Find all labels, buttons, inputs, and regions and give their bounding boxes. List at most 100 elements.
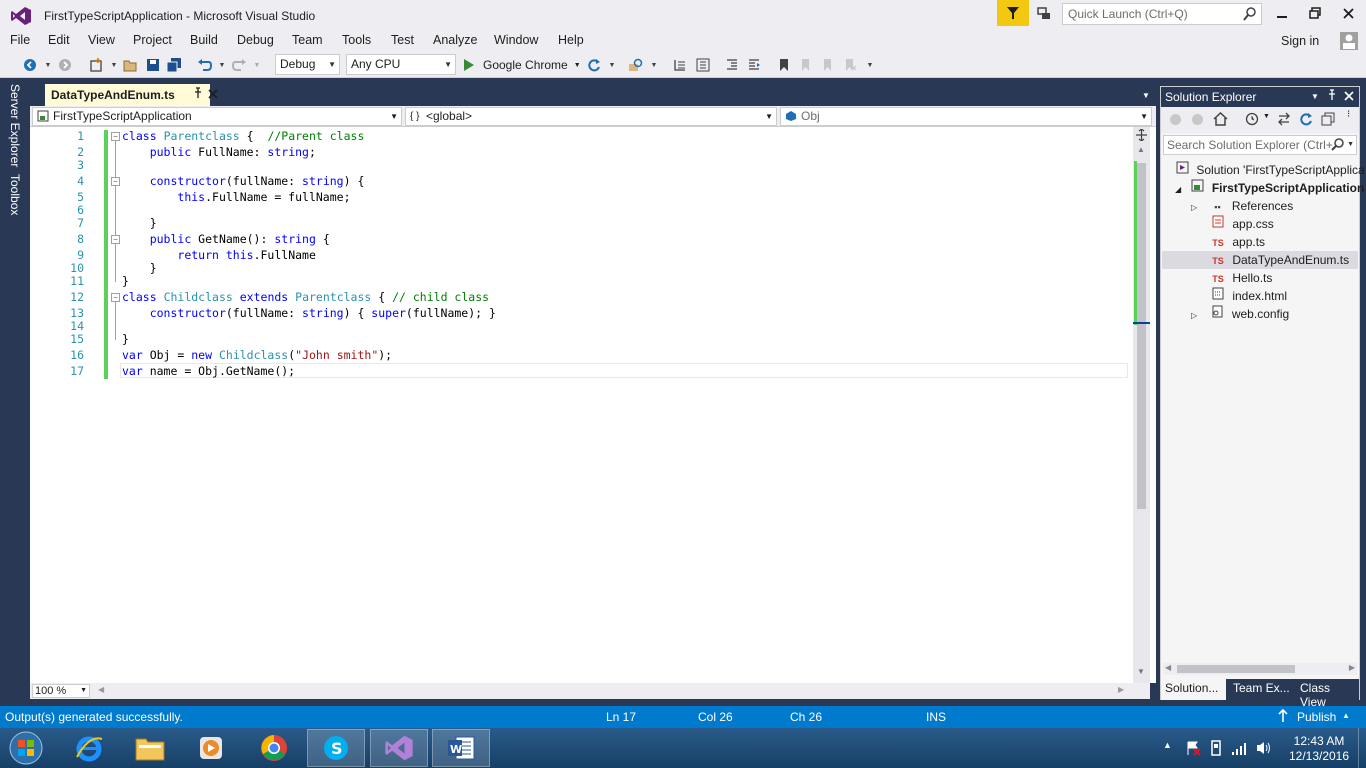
scroll-thumb[interactable] xyxy=(1137,163,1146,509)
tree-item-datatypeandenum-ts[interactable]: TS DataTypeAndEnum.ts xyxy=(1211,251,1349,269)
menu-help[interactable]: Help xyxy=(558,33,584,47)
step-into-icon[interactable] xyxy=(672,57,688,73)
collapse-region-icon[interactable]: − xyxy=(111,177,120,186)
undo-dropdown-icon[interactable]: ▼ xyxy=(214,57,230,73)
close-panel-icon[interactable] xyxy=(1344,87,1354,107)
start-debugging-button[interactable]: Google Chrome ▼ xyxy=(462,56,581,74)
pin-icon[interactable] xyxy=(193,87,203,102)
taskbar-chrome[interactable] xyxy=(245,729,303,767)
project-select[interactable]: FirstTypeScriptApplication ▼ xyxy=(32,107,402,126)
bookmark-icon[interactable] xyxy=(776,57,792,73)
tree-item-references[interactable]: ▷ ▪▪ References xyxy=(1191,197,1293,215)
refresh-dropdown-icon[interactable]: ▼ xyxy=(604,57,620,73)
indent-icon[interactable] xyxy=(724,57,740,73)
tree-item-app-css[interactable]: app.css xyxy=(1211,215,1274,233)
new-dropdown-icon[interactable]: ▼ xyxy=(106,57,122,73)
tree-item-hello-ts[interactable]: TS Hello.ts xyxy=(1211,269,1272,287)
tree-item-index-html[interactable]: index.html xyxy=(1211,287,1287,305)
auto-hide-pin-icon[interactable] xyxy=(1327,87,1337,107)
search-options-dropdown-icon[interactable]: ▼ xyxy=(1347,136,1354,154)
back-icon[interactable] xyxy=(1169,113,1182,129)
minimize-button[interactable] xyxy=(1272,4,1292,22)
collapse-region-icon[interactable]: − xyxy=(111,293,120,302)
solution-explorer-horizontal-scrollbar[interactable]: ◀ ▶ xyxy=(1163,663,1357,675)
back-dropdown-icon[interactable]: ▼ xyxy=(40,57,56,73)
notifications-flag-icon[interactable] xyxy=(997,0,1029,26)
window-position-dropdown-icon[interactable]: ▼ xyxy=(1311,87,1319,107)
taskbar-media-player[interactable] xyxy=(182,729,240,767)
close-tab-icon[interactable] xyxy=(208,88,218,102)
feedback-icon[interactable] xyxy=(1036,6,1052,22)
scroll-down-icon[interactable]: ▼ xyxy=(1137,667,1145,676)
device-icon[interactable] xyxy=(1209,740,1223,759)
member-select[interactable]: Obj ▼ xyxy=(780,107,1152,126)
collapse-region-icon[interactable]: − xyxy=(111,132,120,141)
action-center-flag-icon[interactable] xyxy=(1185,740,1201,759)
tab-list-dropdown-icon[interactable]: ▼ xyxy=(1142,91,1150,100)
comment-lines-icon[interactable] xyxy=(695,57,711,73)
tree-item-app-ts[interactable]: TS app.ts xyxy=(1211,233,1265,251)
toolbar-overflow-icon[interactable]: ▼ xyxy=(646,57,662,73)
menu-test[interactable]: Test xyxy=(391,33,414,47)
menu-view[interactable]: View xyxy=(88,33,115,47)
publish-dropdown-icon[interactable]: ▲ xyxy=(1342,711,1350,720)
taskbar-skype[interactable]: S xyxy=(307,729,365,767)
tree-item-web-config[interactable]: ▷ web.config xyxy=(1191,305,1289,323)
scroll-right-icon[interactable]: ▶ xyxy=(1349,663,1355,672)
toolbar-overflow-icon[interactable]: ▼ xyxy=(862,57,878,73)
collapsed-arrow-icon[interactable]: ▷ xyxy=(1191,203,1197,212)
menu-window[interactable]: Window xyxy=(494,33,538,47)
filter-dropdown-icon[interactable]: ▼ xyxy=(1263,113,1270,120)
new-project-icon[interactable] xyxy=(88,57,104,73)
toolbox-tab[interactable]: Toolbox xyxy=(8,174,22,215)
editor-vertical-scrollbar[interactable]: ▲ ▼ xyxy=(1133,127,1150,683)
account-avatar-icon[interactable] xyxy=(1340,32,1358,50)
redo-dropdown-icon[interactable]: ▼ xyxy=(249,57,265,73)
browser-link-refresh-icon[interactable] xyxy=(586,57,602,73)
scroll-left-icon[interactable]: ◀ xyxy=(1165,663,1171,672)
zoom-select[interactable]: 100 % ▼ xyxy=(32,684,90,698)
taskbar-word[interactable]: W xyxy=(432,729,490,767)
taskbar-visual-studio[interactable] xyxy=(370,729,428,767)
solution-platform-select[interactable]: Any CPU ▼ xyxy=(346,54,456,75)
forward-icon[interactable] xyxy=(1191,113,1204,129)
undo-icon[interactable] xyxy=(196,57,212,73)
server-explorer-tab[interactable]: Server Explorer xyxy=(8,84,22,167)
show-desktop-button[interactable] xyxy=(1358,728,1366,768)
document-tab-datatypeandenum[interactable]: DataTypeAndEnum.ts xyxy=(45,84,218,106)
home-icon[interactable] xyxy=(1213,111,1228,129)
pending-changes-filter-icon[interactable] xyxy=(1245,112,1260,129)
solution-explorer-search-input[interactable]: Search Solution Explorer (Ctrl+ ▼ xyxy=(1163,135,1357,155)
collapse-region-icon[interactable]: − xyxy=(111,235,120,244)
navigate-back-icon[interactable] xyxy=(22,57,38,73)
tab-solution-explorer[interactable]: Solution... xyxy=(1165,681,1218,695)
save-icon[interactable] xyxy=(145,57,161,73)
show-hidden-icons-icon[interactable]: ▲ xyxy=(1163,740,1172,750)
maximize-button[interactable] xyxy=(1305,4,1325,22)
collapsed-arrow-icon[interactable]: ▷ xyxy=(1191,311,1197,320)
menu-tools[interactable]: Tools xyxy=(342,33,371,47)
tree-solution-node[interactable]: Solution 'FirstTypeScriptApplica xyxy=(1175,161,1365,179)
quick-launch-input[interactable]: Quick Launch (Ctrl+Q) xyxy=(1062,3,1262,25)
scroll-up-icon[interactable]: ▲ xyxy=(1137,145,1145,154)
menu-edit[interactable]: Edit xyxy=(48,33,70,47)
publish-button[interactable]: Publish xyxy=(1297,710,1336,724)
taskbar-internet-explorer[interactable] xyxy=(60,729,118,767)
start-button[interactable] xyxy=(0,729,52,767)
tree-project-node[interactable]: ◢ FirstTypeScriptApplication xyxy=(1175,179,1364,197)
solution-configuration-select[interactable]: Debug ▼ xyxy=(275,54,340,75)
collapse-all-icon[interactable] xyxy=(1321,112,1335,129)
navigate-forward-icon[interactable] xyxy=(57,57,73,73)
clear-bookmarks-icon[interactable] xyxy=(842,57,858,73)
menu-file[interactable]: File xyxy=(10,33,30,47)
system-clock[interactable]: 12:43 AM 12/13/2016 xyxy=(1284,734,1354,764)
menu-project[interactable]: Project xyxy=(133,33,172,47)
find-in-files-icon[interactable] xyxy=(627,57,643,73)
volume-icon[interactable] xyxy=(1255,740,1273,759)
redo-icon[interactable] xyxy=(231,57,247,73)
editor-horizontal-scrollbar[interactable]: 100 % ▼ ◀ ▶ xyxy=(30,683,1150,699)
refresh-icon[interactable] xyxy=(1299,112,1313,129)
network-signal-icon[interactable] xyxy=(1231,740,1247,759)
more-options-icon[interactable]: ⁝ xyxy=(1347,109,1350,120)
publish-arrow-icon[interactable] xyxy=(1278,708,1288,726)
